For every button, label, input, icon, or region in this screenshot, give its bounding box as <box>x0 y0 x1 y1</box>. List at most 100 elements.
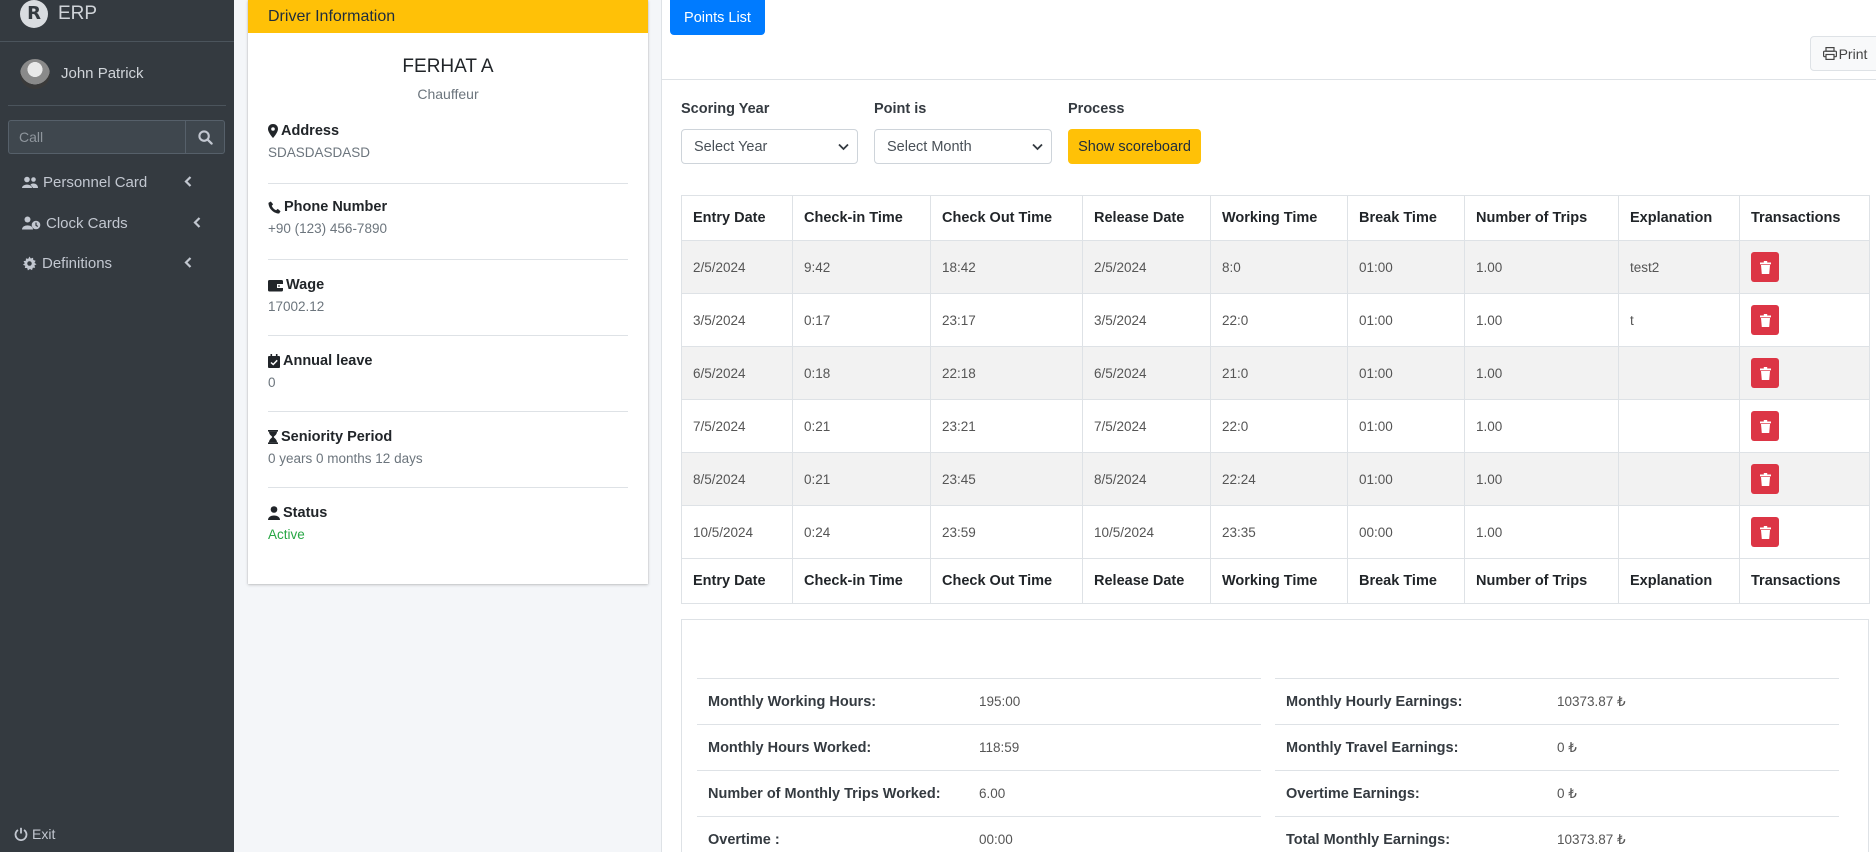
sidebar-item-personnel-card[interactable]: Personnel Card <box>22 168 197 196</box>
show-scoreboard-button[interactable]: Show scoreboard <box>1068 129 1201 164</box>
sidebar-item-clock-cards[interactable]: Clock Cards <box>22 209 206 237</box>
column-header[interactable]: Check-in Time <box>792 195 931 241</box>
table-cell: 01:00 <box>1347 293 1465 347</box>
month-select[interactable]: Select Month <box>874 129 1052 164</box>
column-footer: Release Date <box>1082 558 1211 604</box>
table-cell: 8/5/2024 <box>1082 452 1211 506</box>
seniority-block: Seniority Period 0 years 0 months 12 day… <box>268 412 628 488</box>
address-value: SDASDASDASD <box>268 145 371 160</box>
divider <box>662 79 1876 80</box>
column-header[interactable]: Break Time <box>1347 195 1465 241</box>
table-cell: 1.00 <box>1464 505 1619 559</box>
brand[interactable]: R ERP <box>0 0 234 42</box>
scoring-year-select[interactable]: Select Year <box>681 129 858 164</box>
points-panel: Points List Print Scoring Year Select Ye… <box>661 0 1876 852</box>
status-value: Active <box>268 527 305 542</box>
summary-row: Overtime Earnings: 0 ₺ <box>1275 770 1839 816</box>
chevron-down-icon <box>838 143 849 151</box>
table-cell: 22:24 <box>1210 452 1348 506</box>
table-cell: 8:0 <box>1210 240 1348 294</box>
trash-icon <box>1759 366 1771 380</box>
transactions-cell <box>1739 505 1870 559</box>
seniority-title: Seniority Period <box>268 429 628 445</box>
column-footer: Explanation <box>1618 558 1740 604</box>
point-is-label: Point is <box>874 101 927 117</box>
process-label: Process <box>1068 101 1125 117</box>
transactions-cell <box>1739 452 1870 506</box>
table-row: 7/5/2024 0:21 23:21 7/5/2024 22:0 01:00 1.00 <box>681 399 1870 453</box>
column-header[interactable]: Working Time <box>1210 195 1348 241</box>
phone-title: Phone Number <box>268 199 628 215</box>
summary-row: Monthly Hours Worked: 118:59 <box>697 724 1261 770</box>
driver-name: FERHAT A <box>402 56 494 77</box>
delete-button[interactable] <box>1751 411 1779 441</box>
driver-info-card: Driver Information FERHAT A Chauffeur Ad… <box>248 0 648 584</box>
user-clock-icon <box>22 216 41 230</box>
chevron-down-icon <box>1032 143 1043 151</box>
user-name[interactable]: John Patrick <box>61 65 144 82</box>
annual-leave-block: Annual leave 0 <box>268 336 628 412</box>
column-header[interactable]: Number of Trips <box>1464 195 1619 241</box>
points-list-button[interactable]: Points List <box>670 0 765 35</box>
table-cell: 2/5/2024 <box>1082 240 1211 294</box>
search-input[interactable] <box>8 120 185 154</box>
delete-button[interactable] <box>1751 305 1779 335</box>
trash-icon <box>1759 472 1771 486</box>
monthly-summary: Monthly Working Hours: 195:00 Monthly Hou… <box>681 619 1869 852</box>
status-title: Status <box>268 505 628 521</box>
table-cell: 6/5/2024 <box>1082 346 1211 400</box>
table-cell: 01:00 <box>1347 452 1465 506</box>
print-button[interactable]: Print <box>1810 36 1876 71</box>
column-header[interactable]: Explanation <box>1618 195 1740 241</box>
wage-title: Wage <box>268 277 628 293</box>
table-cell: 01:00 <box>1347 240 1465 294</box>
table-cell: 01:00 <box>1347 399 1465 453</box>
sidebar: R ERP John Patrick Personnel Card Clock … <box>0 0 234 852</box>
sidebar-item-label: Clock Cards <box>46 214 128 232</box>
exit-link[interactable]: Exit <box>14 826 55 842</box>
column-header[interactable]: Release Date <box>1082 195 1211 241</box>
table-row: 8/5/2024 0:21 23:45 8/5/2024 22:24 01:00 1.00 <box>681 452 1870 506</box>
delete-button[interactable] <box>1751 517 1779 547</box>
delete-button[interactable] <box>1751 358 1779 388</box>
table-cell <box>1618 505 1740 559</box>
table-cell: 21:0 <box>1210 346 1348 400</box>
sidebar-item-label: Definitions <box>42 254 113 272</box>
sidebar-item-label: Personnel Card <box>43 173 148 191</box>
column-footer: Entry Date <box>681 558 793 604</box>
summary-row: Total Monthly Earnings: 10373.87 ₺ <box>1275 816 1839 852</box>
delete-button[interactable] <box>1751 464 1779 494</box>
transactions-cell <box>1739 399 1870 453</box>
annual-leave-title: Annual leave <box>268 353 628 369</box>
transactions-cell <box>1739 240 1870 294</box>
table-cell: 1.00 <box>1464 240 1619 294</box>
scoring-year-label: Scoring Year <box>681 101 770 117</box>
summary-left-column: Monthly Working Hours: 195:00 Monthly Hou… <box>697 678 1261 852</box>
transactions-cell <box>1739 346 1870 400</box>
column-footer: Check-in Time <box>792 558 931 604</box>
column-header[interactable]: Check Out Time <box>930 195 1083 241</box>
search-button[interactable] <box>185 120 225 154</box>
column-header[interactable]: Transactions <box>1739 195 1870 241</box>
seniority-value: 0 years 0 months 12 days <box>268 451 423 466</box>
address-block: Address SDASDASDASD <box>268 123 628 184</box>
annual-leave-value: 0 <box>268 375 276 390</box>
sidebar-item-definitions[interactable]: Definitions <box>22 249 197 277</box>
chevron-left-icon <box>184 257 192 268</box>
column-footer: Check Out Time <box>930 558 1083 604</box>
table-cell: 3/5/2024 <box>681 293 793 347</box>
driver-role: Chauffeur <box>417 86 479 102</box>
brand-logo: R <box>20 0 48 28</box>
table-cell <box>1618 346 1740 400</box>
column-header[interactable]: Entry Date <box>681 195 793 241</box>
delete-button[interactable] <box>1751 252 1779 282</box>
table-cell: 22:0 <box>1210 293 1348 347</box>
table-cell: test2 <box>1618 240 1740 294</box>
user-panel[interactable]: John Patrick <box>8 42 226 106</box>
table-cell: 0:21 <box>792 399 931 453</box>
column-footer: Number of Trips <box>1464 558 1619 604</box>
table-cell: 22:0 <box>1210 399 1348 453</box>
table-cell: 0:17 <box>792 293 931 347</box>
trash-icon <box>1759 419 1771 433</box>
table-cell: 18:42 <box>930 240 1083 294</box>
